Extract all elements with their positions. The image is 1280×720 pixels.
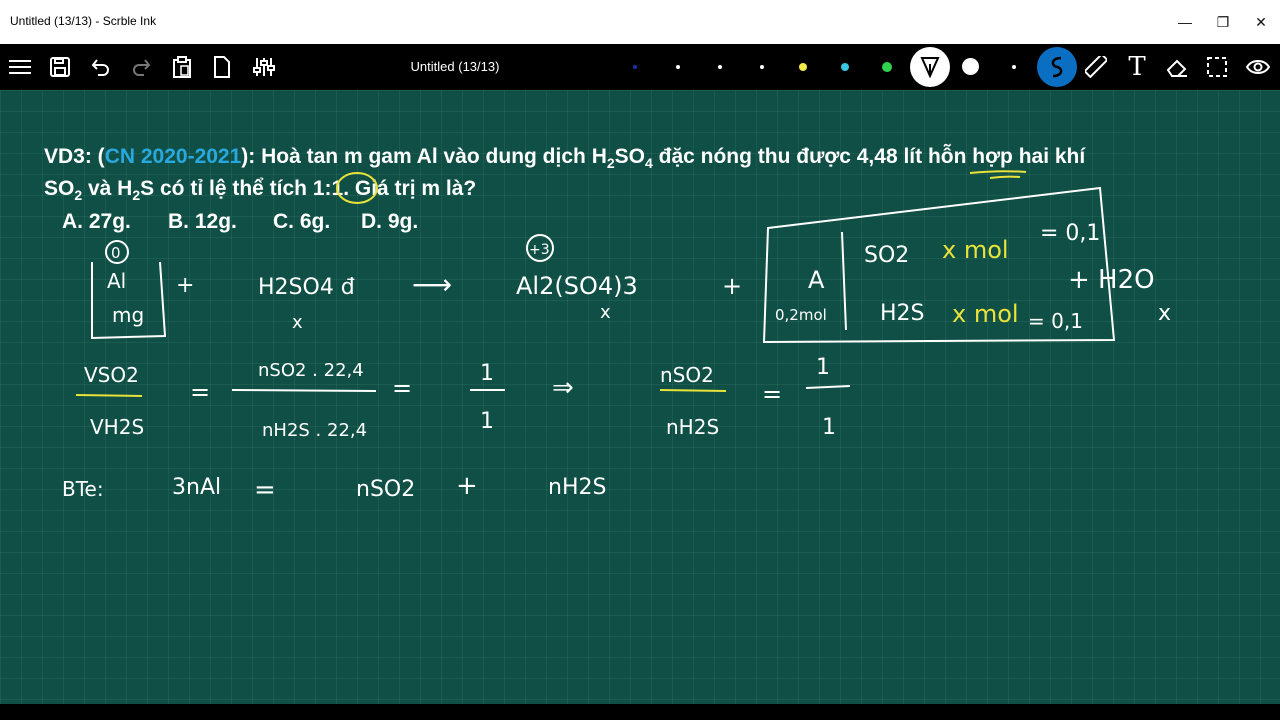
- plus-1: +: [176, 273, 194, 298]
- so2-label: SO2: [864, 243, 909, 268]
- n-h2s: nH2S: [666, 415, 719, 439]
- fraction-bar-4: [659, 389, 727, 392]
- n-so2: nSO2: [660, 363, 714, 387]
- three-n-al: 3nAl: [172, 475, 221, 500]
- eq-1: =: [190, 378, 210, 406]
- fraction-bar-5: [805, 385, 851, 389]
- bte-label: BTe:: [62, 477, 104, 501]
- h2so4-label: H2SO4 đ: [258, 275, 355, 300]
- n-so2-b: nSO2: [356, 477, 415, 502]
- plus-2: +: [722, 272, 742, 300]
- eq-4: =: [254, 475, 276, 505]
- h2s-xmol: x mol: [952, 300, 1019, 328]
- n-so2-224: nSO2 . 22,4: [258, 360, 364, 381]
- al2so43-label: Al2(SO4)3: [516, 272, 638, 300]
- eq-2: =: [392, 374, 412, 402]
- v-h2s: VH2S: [90, 415, 144, 439]
- x-under-salt: x: [600, 302, 611, 323]
- x-under-h2so4: x: [292, 312, 303, 333]
- gas-box-divider: [841, 231, 847, 331]
- circle-ratio: [336, 172, 378, 204]
- reaction-arrow: ⟶: [412, 268, 452, 301]
- so2-xmol: x mol: [942, 236, 1009, 264]
- underline-volume-2: [989, 175, 1021, 179]
- eq-3: =: [762, 380, 782, 408]
- mass-label: mg: [112, 303, 144, 327]
- n-h2s-224: nH2S . 22,4: [262, 420, 367, 441]
- fraction-bar-1: [75, 394, 143, 397]
- water-label: + H2O: [1068, 265, 1155, 295]
- so2-value: = 0,1: [1040, 221, 1100, 246]
- h2s-label: H2S: [880, 301, 925, 326]
- al2-oxidation: +3: [529, 242, 550, 258]
- underline-volume: [969, 170, 1027, 174]
- one-c: 1: [816, 355, 830, 380]
- gas-a-label: A: [808, 266, 825, 294]
- one-a: 1: [480, 361, 494, 386]
- plus-3: +: [456, 471, 478, 501]
- implies-arrow: ⇒: [552, 373, 574, 403]
- ink-layer: 0 Al mg + H2SO4 đ x ⟶ +3 Al2(SO4)3 x + A…: [62, 170, 1171, 505]
- h2s-value: = 0,1: [1028, 309, 1083, 333]
- al-oxidation: 0: [111, 244, 121, 262]
- gas-mol-label: 0,2mol: [775, 306, 827, 324]
- v-so2: VSO2: [84, 363, 139, 387]
- one-b: 1: [480, 409, 494, 434]
- x-mark-right: x: [1158, 301, 1171, 326]
- al-label: Al: [107, 269, 126, 293]
- fraction-bar-2: [231, 389, 377, 392]
- n-h2s-b: nH2S: [548, 475, 606, 500]
- one-d: 1: [822, 415, 836, 440]
